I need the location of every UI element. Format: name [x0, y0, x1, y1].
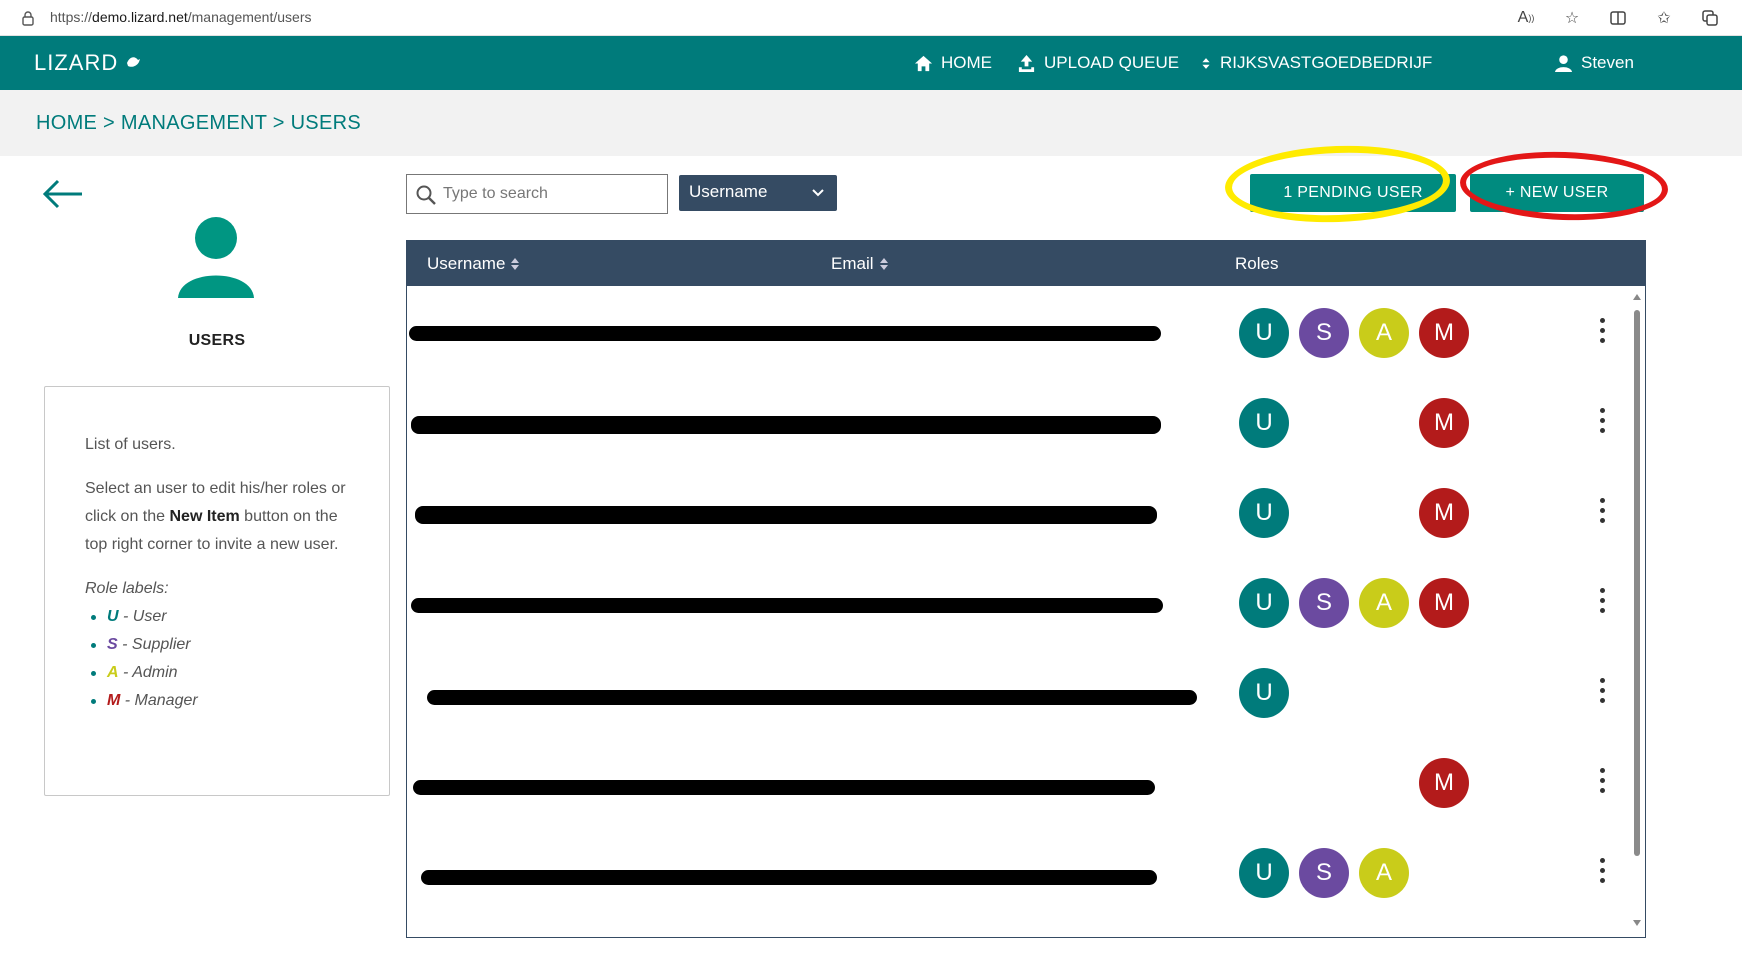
scroll-up-arrow-icon[interactable]	[1633, 294, 1641, 300]
role-badge-supplier: S	[1299, 578, 1349, 628]
table-scrollbar[interactable]	[1631, 290, 1643, 930]
redaction-mark	[413, 780, 1155, 795]
search-box[interactable]	[406, 174, 668, 214]
role-label-supplier: S - Supplier	[91, 631, 349, 659]
search-field-dropdown[interactable]: Username	[679, 175, 837, 211]
role-badge-user: U	[1239, 848, 1289, 898]
row-menu-icon[interactable]	[1597, 768, 1607, 796]
lock-icon	[22, 11, 34, 26]
users-avatar-icon	[178, 217, 254, 298]
users-table: Username Email Roles U S A M U M U M U S…	[406, 240, 1646, 938]
role-badge-admin: A	[1359, 848, 1409, 898]
column-header-roles: Roles	[1235, 254, 1279, 273]
role-badge-manager: M	[1419, 758, 1469, 808]
user-icon	[1554, 54, 1573, 72]
favorite-star-icon[interactable]: ☆	[1560, 6, 1584, 30]
collections-icon[interactable]	[1698, 6, 1722, 30]
sidebar-title: USERS	[188, 332, 246, 349]
nav-user-menu[interactable]: Steven	[1554, 53, 1634, 73]
role-badge-manager: M	[1419, 578, 1469, 628]
role-badge-user: U	[1239, 308, 1289, 358]
role-badge-user: U	[1239, 488, 1289, 538]
role-badge-admin: A	[1359, 308, 1409, 358]
back-arrow-icon[interactable]	[42, 178, 84, 210]
info-intro: List of users.	[85, 436, 176, 453]
role-badge-user: U	[1239, 668, 1289, 718]
browser-address-bar: https://demo.lizard.net/management/users…	[0, 0, 1742, 36]
table-row[interactable]: U S A	[407, 826, 1625, 916]
role-badge-manager: M	[1419, 398, 1469, 448]
row-menu-icon[interactable]	[1597, 318, 1607, 346]
role-badge-admin: A	[1359, 578, 1409, 628]
nav-upload-queue-label: UPLOAD QUEUE	[1044, 53, 1180, 72]
red-highlight-annotation	[1458, 148, 1670, 224]
sort-icon	[511, 258, 520, 270]
table-row[interactable]: U	[407, 646, 1625, 736]
nav-home-label: HOME	[941, 53, 992, 72]
info-help: Select an user to edit his/her roles or …	[85, 480, 346, 553]
split-screen-icon[interactable]	[1606, 6, 1630, 30]
nav-home[interactable]: HOME	[914, 53, 992, 73]
role-labels-title: Role labels:	[85, 580, 169, 597]
home-icon	[914, 55, 933, 71]
role-badge-supplier: S	[1299, 848, 1349, 898]
role-badge-user: U	[1239, 578, 1289, 628]
redaction-mark	[427, 690, 1197, 705]
logo-text: LIZARD	[34, 50, 119, 75]
scroll-down-arrow-icon[interactable]	[1633, 920, 1641, 926]
chevron-down-icon	[812, 189, 824, 197]
role-labels-list: U - User S - Supplier A - Admin M - Mana…	[85, 603, 349, 715]
row-menu-icon[interactable]	[1597, 408, 1607, 436]
breadcrumb[interactable]: HOME > MANAGEMENT > USERS	[36, 112, 361, 135]
redaction-mark	[409, 326, 1161, 341]
nav-organisation-switcher[interactable]: RIJKSVASTGOEDBEDRIJF	[1200, 53, 1432, 73]
scroll-thumb[interactable]	[1634, 310, 1640, 856]
table-header: Username Email Roles	[407, 240, 1645, 286]
role-label-admin: A - Admin	[91, 659, 349, 687]
table-row[interactable]: U M	[407, 466, 1625, 556]
search-input[interactable]	[443, 175, 663, 213]
redaction-mark	[415, 506, 1157, 524]
lizard-logo[interactable]: LIZARD	[34, 50, 142, 76]
favorites-list-icon[interactable]: ✩	[1652, 6, 1676, 30]
row-menu-icon[interactable]	[1597, 498, 1607, 526]
role-label-manager: M - Manager	[91, 687, 349, 715]
table-row[interactable]: U S A M	[407, 556, 1625, 646]
role-badge-manager: M	[1419, 488, 1469, 538]
user-name: Steven	[1581, 53, 1634, 72]
dropdown-value: Username	[689, 182, 768, 201]
row-menu-icon[interactable]	[1597, 858, 1607, 886]
role-badge-supplier: S	[1299, 308, 1349, 358]
sort-icon	[879, 258, 888, 270]
lizard-logo-icon	[127, 57, 141, 67]
row-menu-icon[interactable]	[1597, 588, 1607, 616]
table-row[interactable]: U M	[407, 376, 1625, 466]
sort-icon	[1202, 57, 1210, 69]
role-label-user: U - User	[91, 603, 349, 631]
redaction-mark	[411, 416, 1161, 434]
role-badge-manager: M	[1419, 308, 1469, 358]
upload-icon	[1018, 54, 1035, 72]
nav-organisation-label: RIJKSVASTGOEDBEDRIJF	[1220, 53, 1433, 72]
row-menu-icon[interactable]	[1597, 678, 1607, 706]
column-header-email[interactable]: Email	[831, 254, 888, 274]
column-header-username[interactable]: Username	[427, 254, 520, 274]
url-text[interactable]: https://demo.lizard.net/management/users	[50, 9, 311, 25]
redaction-mark	[411, 598, 1163, 613]
breadcrumb-bar: HOME > MANAGEMENT > USERS	[0, 90, 1742, 156]
nav-upload-queue[interactable]: UPLOAD QUEUE	[1017, 53, 1179, 73]
redaction-mark	[421, 870, 1157, 885]
read-aloud-icon[interactable]: A))	[1514, 6, 1538, 30]
table-row[interactable]: U S A M	[407, 286, 1625, 376]
search-icon	[416, 185, 436, 205]
top-navigation-bar: LIZARD HOME UPLOAD QUEUE RIJKSVASTGOEDBE…	[0, 36, 1742, 90]
info-box: List of users. Select an user to edit hi…	[44, 386, 390, 796]
role-badge-user: U	[1239, 398, 1289, 448]
table-row[interactable]: M	[407, 736, 1625, 826]
